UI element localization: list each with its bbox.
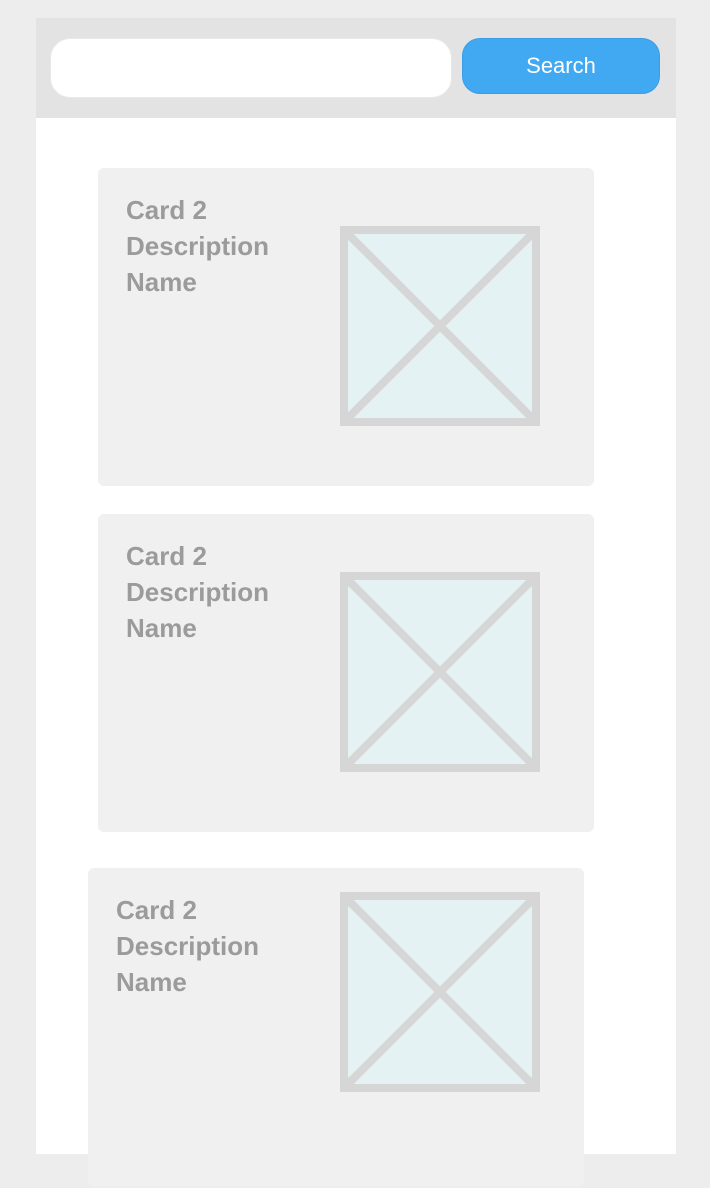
card-title: Card 2 — [126, 541, 207, 571]
card-name: Name — [126, 267, 197, 297]
card-description: Description — [126, 231, 270, 261]
card-text: Card 2 Description Name — [126, 192, 316, 300]
search-bar: Search — [36, 18, 676, 118]
card[interactable]: Card 2 Description Name — [98, 514, 594, 832]
image-placeholder-icon — [340, 892, 540, 1092]
search-button[interactable]: Search — [462, 38, 660, 94]
card-description: Description — [116, 931, 260, 961]
card-description: Description — [126, 577, 270, 607]
card-name: Name — [116, 967, 187, 997]
card[interactable]: Card 2 Description Name — [88, 868, 584, 1186]
card-text: Card 2 Description Name — [126, 538, 316, 646]
card[interactable]: Card 2 Description Name — [98, 168, 594, 486]
image-placeholder-icon — [340, 572, 540, 772]
card-name: Name — [126, 613, 197, 643]
image-placeholder-icon — [340, 226, 540, 426]
card-title: Card 2 — [116, 895, 197, 925]
card-text: Card 2 Description Name — [116, 892, 306, 1000]
search-input[interactable] — [50, 38, 452, 98]
card-title: Card 2 — [126, 195, 207, 225]
